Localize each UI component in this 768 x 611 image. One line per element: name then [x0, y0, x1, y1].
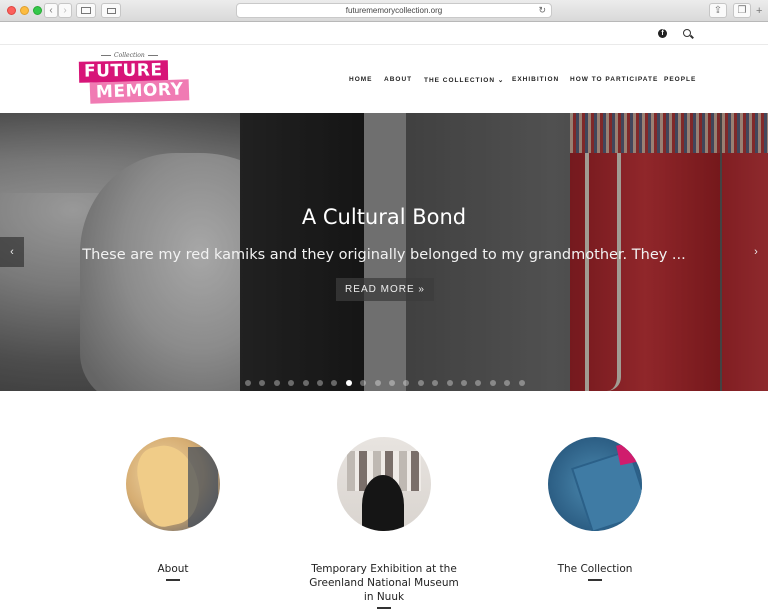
slider-dot[interactable] [245, 380, 251, 386]
hero-slider: A Cultural Bond These are my red kamiks … [0, 113, 768, 391]
new-tab-button[interactable]: + [756, 5, 762, 17]
feature-underline [377, 607, 391, 609]
slider-pagination [0, 380, 768, 386]
slider-dot[interactable] [417, 380, 424, 386]
slider-dot[interactable] [273, 380, 280, 386]
slider-dot[interactable] [489, 380, 496, 386]
hero-excerpt: These are my red kamiks and they origina… [82, 247, 686, 263]
zoom-window-button[interactable] [33, 6, 42, 15]
feature-underline [166, 579, 180, 581]
close-window-button[interactable] [7, 6, 16, 15]
site-header: Collection FUTURE MEMORY HOME ABOUT THE … [0, 46, 768, 113]
slider-dot[interactable] [518, 380, 525, 386]
slider-dot[interactable] [288, 380, 295, 386]
slider-dot[interactable] [374, 380, 381, 386]
feature-title-exhibition[interactable]: Temporary Exhibition at the Greenland Na… [284, 562, 484, 604]
share-icon: ⇪ [713, 5, 723, 16]
feature-underline [588, 579, 602, 581]
sidebar-toggle-button[interactable] [76, 3, 96, 18]
browser-toolbar: ‹ › futurememorycollection.org ↻ ⇪ ❐ + [0, 0, 768, 22]
reload-icon[interactable]: ↻ [538, 4, 546, 17]
slider-dot[interactable] [360, 380, 367, 386]
slider-dot[interactable] [432, 380, 439, 386]
address-bar[interactable]: futurememorycollection.org ↻ [236, 3, 552, 18]
slider-dot[interactable] [389, 380, 395, 386]
nav-item-the-collection[interactable]: THE COLLECTION ⌄ [424, 76, 504, 84]
read-more-button[interactable]: READ MORE » [336, 278, 434, 301]
nav-item-home[interactable]: HOME [349, 76, 373, 83]
slider-dot[interactable] [345, 380, 352, 386]
slider-dot[interactable] [446, 380, 453, 386]
search-icon[interactable] [683, 29, 691, 37]
feature-image-collection[interactable] [548, 437, 642, 531]
slider-dot[interactable] [302, 380, 309, 386]
logo-memory-text: MEMORY [89, 79, 190, 104]
logo-collection-text: Collection [101, 52, 158, 59]
nav-item-people[interactable]: PEOPLE [664, 76, 696, 83]
minimize-window-button[interactable] [20, 6, 29, 15]
chevron-right-icon: › [754, 246, 758, 258]
chevron-left-icon: ‹ [10, 246, 14, 258]
slider-dot[interactable] [259, 380, 266, 386]
facebook-icon[interactable]: f [658, 29, 667, 38]
share-button[interactable]: ⇪ [709, 3, 727, 18]
slider-prev-button[interactable]: ‹ [0, 237, 24, 267]
slider-dot[interactable] [504, 380, 511, 386]
feature-image-exhibition[interactable] [337, 437, 431, 531]
slider-dot[interactable] [461, 380, 467, 386]
feature-image-about[interactable] [126, 437, 220, 531]
url-text: futurememorycollection.org [345, 6, 443, 15]
slider-next-button[interactable]: › [744, 237, 768, 267]
tabs-overview-button[interactable]: ❐ [733, 3, 751, 18]
hero-title: A Cultural Bond [301, 205, 467, 229]
back-button[interactable]: ‹ [44, 3, 58, 18]
upload-icon [106, 8, 116, 14]
chevron-right-icon: › [63, 5, 67, 16]
forward-button[interactable]: › [58, 3, 72, 18]
site-logo[interactable]: Collection FUTURE MEMORY [78, 52, 190, 108]
nav-item-about[interactable]: ABOUT [384, 76, 412, 83]
logo-future-text: FUTURE [78, 60, 168, 83]
sidebar-icon [81, 7, 91, 14]
nav-item-exhibition[interactable]: EXHIBITION [512, 76, 559, 83]
slider-dot[interactable] [475, 380, 482, 386]
chevron-left-icon: ‹ [49, 5, 53, 16]
slider-dot[interactable] [403, 380, 410, 386]
slider-dot[interactable] [331, 380, 338, 386]
feature-title-collection[interactable]: The Collection [495, 562, 695, 576]
reader-button[interactable] [101, 3, 121, 18]
feature-title-about[interactable]: About [73, 562, 273, 576]
nav-item-how-to-participate[interactable]: HOW TO PARTICIPATE [570, 76, 658, 83]
tabs-icon: ❐ [737, 5, 747, 16]
slider-dot[interactable] [317, 380, 323, 386]
top-bar: f [0, 23, 768, 45]
